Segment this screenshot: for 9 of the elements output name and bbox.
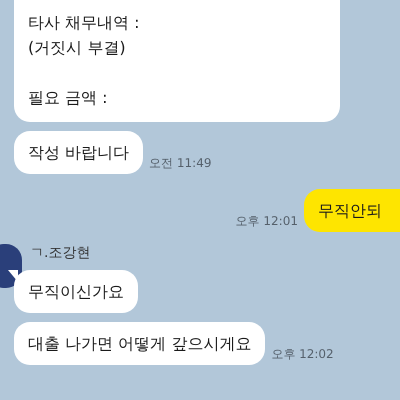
- message-bubble: 무직안되: [304, 189, 400, 232]
- message-time: 오전 11:49: [149, 155, 212, 172]
- message-time: 오후 12:02: [271, 346, 334, 363]
- sender-name: ㄱ.조강현: [30, 244, 90, 262]
- message-bubble: 작성 바랍니다: [14, 131, 144, 174]
- message-bubble: 대출 나가면 어떻게 갚으시게요: [14, 322, 266, 365]
- message-time: 오후 12:01: [236, 213, 298, 230]
- message-bubble: 타사 채무내역 : (거짓시 부결) 필요 금액 :: [14, 0, 340, 122]
- message-bubble: 무직이신가요: [14, 270, 138, 313]
